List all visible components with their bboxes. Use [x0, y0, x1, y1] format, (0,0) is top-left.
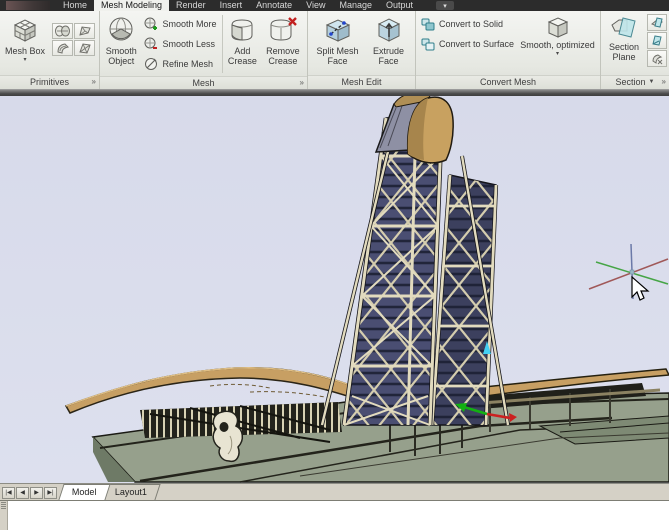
mesh-pyramid-button[interactable] [74, 40, 95, 56]
panel-convert-mesh: Convert to Solid Convert to Surface [416, 11, 601, 89]
drawing-viewport[interactable] [0, 96, 669, 483]
mesh-cone-button[interactable] [52, 23, 73, 39]
convert-to-solid-button[interactable]: Convert to Solid [418, 14, 517, 34]
tab-render[interactable]: Render [169, 0, 213, 11]
section-plane-button[interactable]: Section Plane [603, 12, 645, 64]
generate-section-button[interactable] [647, 50, 667, 67]
mesh-cylinder-button[interactable] [52, 40, 73, 56]
mesh-wedge-icon [78, 25, 92, 37]
smooth-object-button[interactable]: Smooth Object [102, 12, 141, 68]
convert-to-solid-icon [421, 18, 435, 31]
layout-tab-bar: |◀ ◀ ▶ ▶| Model Layout1 [0, 483, 669, 500]
tab-manage[interactable]: Manage [332, 0, 379, 11]
mesh-cone-icon [55, 25, 70, 37]
panel-mesh: Smooth Object Smooth More [100, 11, 308, 89]
panel-separator [222, 15, 223, 73]
section-dropdown-icon[interactable]: ▼ [649, 76, 655, 88]
refine-mesh-icon [144, 57, 159, 71]
remove-crease-icon [268, 14, 298, 46]
live-section-button[interactable] [647, 14, 667, 31]
tab-insert[interactable]: Insert [213, 0, 250, 11]
tab-home[interactable]: Home [56, 0, 94, 11]
smooth-optimized-dropdown-icon: ▾ [556, 51, 559, 57]
tab-layout1[interactable]: Layout1 [101, 484, 160, 500]
tab-mesh-modeling[interactable]: Mesh Modeling [94, 0, 169, 11]
extrude-face-label: Extrude Face [366, 46, 412, 66]
generate-section-icon [651, 53, 664, 65]
mesh-pyramid-icon [78, 42, 92, 54]
smooth-optimized-icon [545, 14, 571, 40]
split-mesh-face-button[interactable]: Split Mesh Face [311, 12, 365, 68]
next-layout-button[interactable]: ▶ [30, 487, 43, 499]
primitive-flyout-grid [52, 23, 95, 56]
add-crease-icon [228, 14, 256, 46]
smooth-more-icon [144, 17, 159, 31]
command-grip[interactable] [0, 501, 8, 530]
mesh-box-label: Mesh Box [5, 46, 45, 56]
refine-mesh-button[interactable]: Refine Mesh [141, 54, 222, 74]
section-plane-label: Section Plane [604, 42, 644, 62]
panel-expander-icon[interactable]: » [662, 76, 666, 88]
add-crease-button[interactable]: Add Crease [224, 12, 261, 68]
panel-mesh-edit: Split Mesh Face Extrude Face Mesh [308, 11, 416, 89]
tab-model[interactable]: Model [58, 484, 110, 500]
smooth-less-button[interactable]: Smooth Less [141, 34, 222, 54]
convert-to-surface-button[interactable]: Convert to Surface [418, 34, 517, 54]
remove-crease-button[interactable]: Remove Crease [261, 12, 305, 68]
smooth-more-button[interactable]: Smooth More [141, 14, 222, 34]
last-layout-button[interactable]: ▶| [44, 487, 57, 499]
add-crease-label: Add Crease [225, 46, 260, 66]
split-mesh-face-label: Split Mesh Face [312, 46, 364, 66]
ribbon: Mesh Box ▾ [0, 11, 669, 89]
section-plane-icon [609, 14, 639, 42]
ribbon-minimize-icon[interactable]: ▾ [436, 1, 454, 10]
autocad-window: Home Mesh Modeling Render Insert Annotat… [0, 0, 669, 530]
mesh-box-button[interactable]: Mesh Box ▾ [2, 12, 48, 65]
smooth-less-icon [144, 37, 159, 51]
tab-view[interactable]: View [299, 0, 332, 11]
command-line-window[interactable]: Command: *Cancel* Command: [0, 500, 669, 530]
panel-label-mesh[interactable]: Mesh » [100, 76, 307, 89]
remove-crease-label: Remove Crease [262, 46, 304, 66]
app-logo-fragment [6, 1, 50, 10]
add-jog-icon [651, 35, 664, 47]
panel-section: Section Plane [601, 11, 669, 89]
panel-label-mesh-edit[interactable]: Mesh Edit [308, 75, 415, 89]
panel-label-section[interactable]: Section ▼ » [601, 75, 669, 89]
ribbon-separator [0, 89, 669, 96]
tab-output[interactable]: Output [379, 0, 420, 11]
smooth-optimized-button[interactable]: Smooth, optimized ▾ [517, 12, 598, 59]
extrude-face-button[interactable]: Extrude Face [365, 12, 413, 68]
smooth-optimized-label: Smooth, optimized [520, 40, 595, 50]
tab-annotate[interactable]: Annotate [249, 0, 299, 11]
panel-expander-icon[interactable]: » [92, 76, 96, 88]
prev-layout-button[interactable]: ◀ [16, 487, 29, 499]
panel-expander-icon[interactable]: » [300, 77, 304, 89]
mesh-wedge-button[interactable] [74, 23, 95, 39]
panel-label-convert-mesh[interactable]: Convert Mesh [416, 75, 600, 89]
mesh-cylinder-icon [56, 42, 70, 54]
ribbon-tab-bar: Home Mesh Modeling Render Insert Annotat… [0, 0, 669, 11]
model-canvas [0, 96, 669, 483]
panel-label-primitives[interactable]: Primitives » [0, 75, 99, 89]
mesh-box-icon [10, 14, 40, 46]
first-layout-button[interactable]: |◀ [2, 487, 15, 499]
add-jog-button[interactable] [647, 32, 667, 49]
convert-to-surface-icon [421, 38, 435, 51]
extrude-face-icon [375, 14, 403, 46]
smooth-object-label: Smooth Object [103, 46, 140, 66]
split-mesh-face-icon [323, 14, 353, 46]
mesh-box-dropdown-icon: ▾ [23, 57, 26, 63]
smooth-object-icon [107, 14, 135, 46]
grip-dots-icon [1, 502, 6, 509]
panel-primitives: Mesh Box ▾ [0, 11, 100, 89]
live-section-icon [651, 17, 664, 29]
